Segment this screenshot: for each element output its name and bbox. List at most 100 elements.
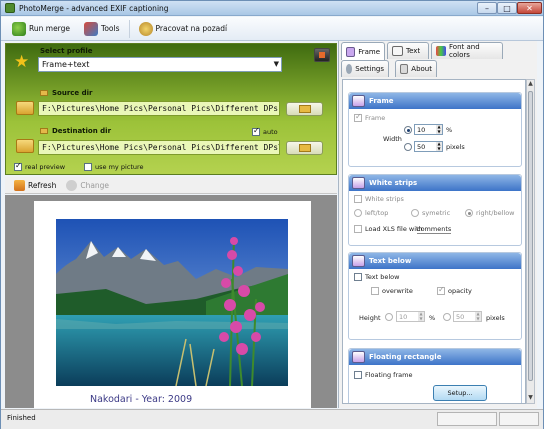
width-pixels-value: 50 xyxy=(417,143,426,151)
text-below-checkbox[interactable] xyxy=(354,273,362,281)
tab-frame[interactable]: Frame xyxy=(341,42,385,60)
width-percent-radio[interactable] xyxy=(404,126,412,134)
destination-browse-button[interactable] xyxy=(286,141,323,155)
colors-tab-icon xyxy=(436,46,447,56)
strips-section-icon xyxy=(352,177,365,189)
height-percent-input[interactable]: 10 ▲ ▼ xyxy=(396,311,425,322)
tools-icon xyxy=(84,21,99,36)
profile-value: Frame+text xyxy=(42,60,90,69)
frame-checkbox[interactable] xyxy=(354,112,362,122)
run-merge-button[interactable]: Run merge xyxy=(7,19,75,39)
right-bellow-label: right/bellow xyxy=(476,209,515,217)
left-top-radio[interactable] xyxy=(354,209,362,217)
tools-button[interactable]: Tools xyxy=(79,19,124,39)
preview-area: Nakodari - Year: 2009 xyxy=(5,195,337,408)
white-strips-label: White strips xyxy=(365,195,404,203)
frame-section-title: Frame xyxy=(369,97,394,105)
options-pane: Frame Text Font and colors Settings Abou… xyxy=(338,41,537,408)
text-below-label: Text below xyxy=(365,273,400,281)
app-icon xyxy=(5,3,15,13)
height-label: Height xyxy=(359,314,381,322)
load-xls-checkbox[interactable] xyxy=(354,225,362,233)
destination-folder-icon xyxy=(16,139,34,153)
spin-arrows-icon[interactable]: ▲ ▼ xyxy=(436,124,442,134)
comments-link[interactable]: comments xyxy=(417,225,452,234)
change-button[interactable]: Change xyxy=(63,179,112,191)
use-my-picture-checkbox[interactable] xyxy=(84,163,92,171)
tab-settings-label: Settings xyxy=(355,65,384,73)
frame-section-icon xyxy=(352,95,365,107)
chevron-down-icon: ▼ xyxy=(273,60,279,68)
width-percent-unit: % xyxy=(446,126,453,134)
scroll-thumb[interactable] xyxy=(528,91,533,381)
white-strips-checkbox[interactable] xyxy=(354,195,362,203)
destination-small-folder-icon xyxy=(40,128,48,134)
source-browse-button[interactable] xyxy=(286,102,323,116)
floating-section-icon xyxy=(352,351,365,363)
height-pixels-radio[interactable] xyxy=(443,313,451,321)
profile-label: Select profile xyxy=(40,47,93,55)
frame-section-header[interactable]: Frame xyxy=(349,93,521,109)
tab-about[interactable]: About xyxy=(395,60,437,77)
white-strips-title: White strips xyxy=(369,179,418,187)
auto-checkbox[interactable] xyxy=(252,126,260,136)
preview-card: Nakodari - Year: 2009 xyxy=(34,201,311,408)
spin-arrows-icon[interactable]: ▲ ▼ xyxy=(475,311,481,321)
refresh-button[interactable]: Refresh xyxy=(11,179,59,191)
source-path-field[interactable]: F:\Pictures\Home Pics\Personal Pics\Diff… xyxy=(38,101,280,116)
title-bar[interactable]: PhotoMerge - advanced EXIF captioning – … xyxy=(1,1,543,16)
profile-menu-icon[interactable] xyxy=(314,48,330,62)
background-icon xyxy=(138,21,153,36)
floating-section-header[interactable]: Floating rectangle xyxy=(349,349,521,365)
opacity-checkbox[interactable] xyxy=(437,285,445,295)
scroll-down-icon[interactable]: ▼ xyxy=(527,394,534,403)
width-pixels-radio[interactable] xyxy=(404,143,412,151)
frame-tab-icon xyxy=(346,46,356,57)
floating-frame-label: Floating frame xyxy=(365,371,413,379)
minimize-button[interactable]: – xyxy=(477,2,497,14)
source-small-folder-icon xyxy=(40,90,48,96)
wrench-icon xyxy=(346,64,353,74)
spin-arrows-icon[interactable]: ▲ ▼ xyxy=(418,311,424,321)
left-top-label: left/top xyxy=(365,209,389,217)
destination-path-field[interactable]: F:\Pictures\Home Pics\Personal Pics\Diff… xyxy=(38,140,280,155)
profile-select[interactable]: Frame+text ▼ xyxy=(38,57,282,72)
height-pixels-value: 50 xyxy=(456,313,465,321)
background-button[interactable]: Pracovat na pozadí xyxy=(134,19,233,39)
floating-frame-checkbox[interactable] xyxy=(354,371,362,379)
tab-text[interactable]: Text xyxy=(387,42,429,59)
height-pixels-input[interactable]: 50 ▲ ▼ xyxy=(453,311,482,322)
background-label: Pracovat na pozadí xyxy=(155,24,228,33)
tab-font-colors-label: Font and colors xyxy=(449,43,480,59)
frame-section: Frame Frame Width 10 ▲▼ % 50 ▲▼ pixels xyxy=(348,92,522,167)
tab-settings[interactable]: Settings xyxy=(341,60,389,77)
width-percent-input[interactable]: 10 ▲ ▼ xyxy=(414,124,443,135)
change-label: Change xyxy=(80,180,110,190)
app-window: PhotoMerge - advanced EXIF captioning – … xyxy=(0,0,544,429)
folder-icon xyxy=(298,105,311,113)
scroll-up-icon[interactable]: ▲ xyxy=(527,80,534,89)
overwrite-checkbox[interactable] xyxy=(371,287,379,295)
preview-caption: Nakodari - Year: 2009 xyxy=(90,394,193,405)
tab-font-colors[interactable]: Font and colors xyxy=(431,42,503,59)
right-bellow-radio[interactable] xyxy=(465,209,473,217)
text-below-section-icon xyxy=(352,255,365,267)
refresh-icon xyxy=(14,179,25,191)
star-icon: ★ xyxy=(14,52,30,72)
destination-label: Destination dir xyxy=(52,127,112,135)
status-panel xyxy=(499,412,539,426)
text-below-section: Text below Text below overwrite opacity … xyxy=(348,252,522,340)
symetric-label: symetric xyxy=(422,209,451,217)
options-scrollbar[interactable]: ▲ ▼ xyxy=(526,79,535,404)
setup-button[interactable]: Setup... xyxy=(433,385,487,401)
maximize-button[interactable]: □ xyxy=(497,2,517,14)
white-strips-section-header[interactable]: White strips xyxy=(349,175,521,191)
height-percent-radio[interactable] xyxy=(385,313,393,321)
close-button[interactable]: ✕ xyxy=(517,2,542,14)
width-pixels-input[interactable]: 50 ▲ ▼ xyxy=(414,141,443,152)
text-below-section-header[interactable]: Text below xyxy=(349,253,521,269)
real-preview-checkbox[interactable] xyxy=(14,161,22,171)
text-below-title: Text below xyxy=(369,257,412,265)
spin-arrows-icon[interactable]: ▲ ▼ xyxy=(436,141,442,151)
symetric-radio[interactable] xyxy=(411,209,419,217)
